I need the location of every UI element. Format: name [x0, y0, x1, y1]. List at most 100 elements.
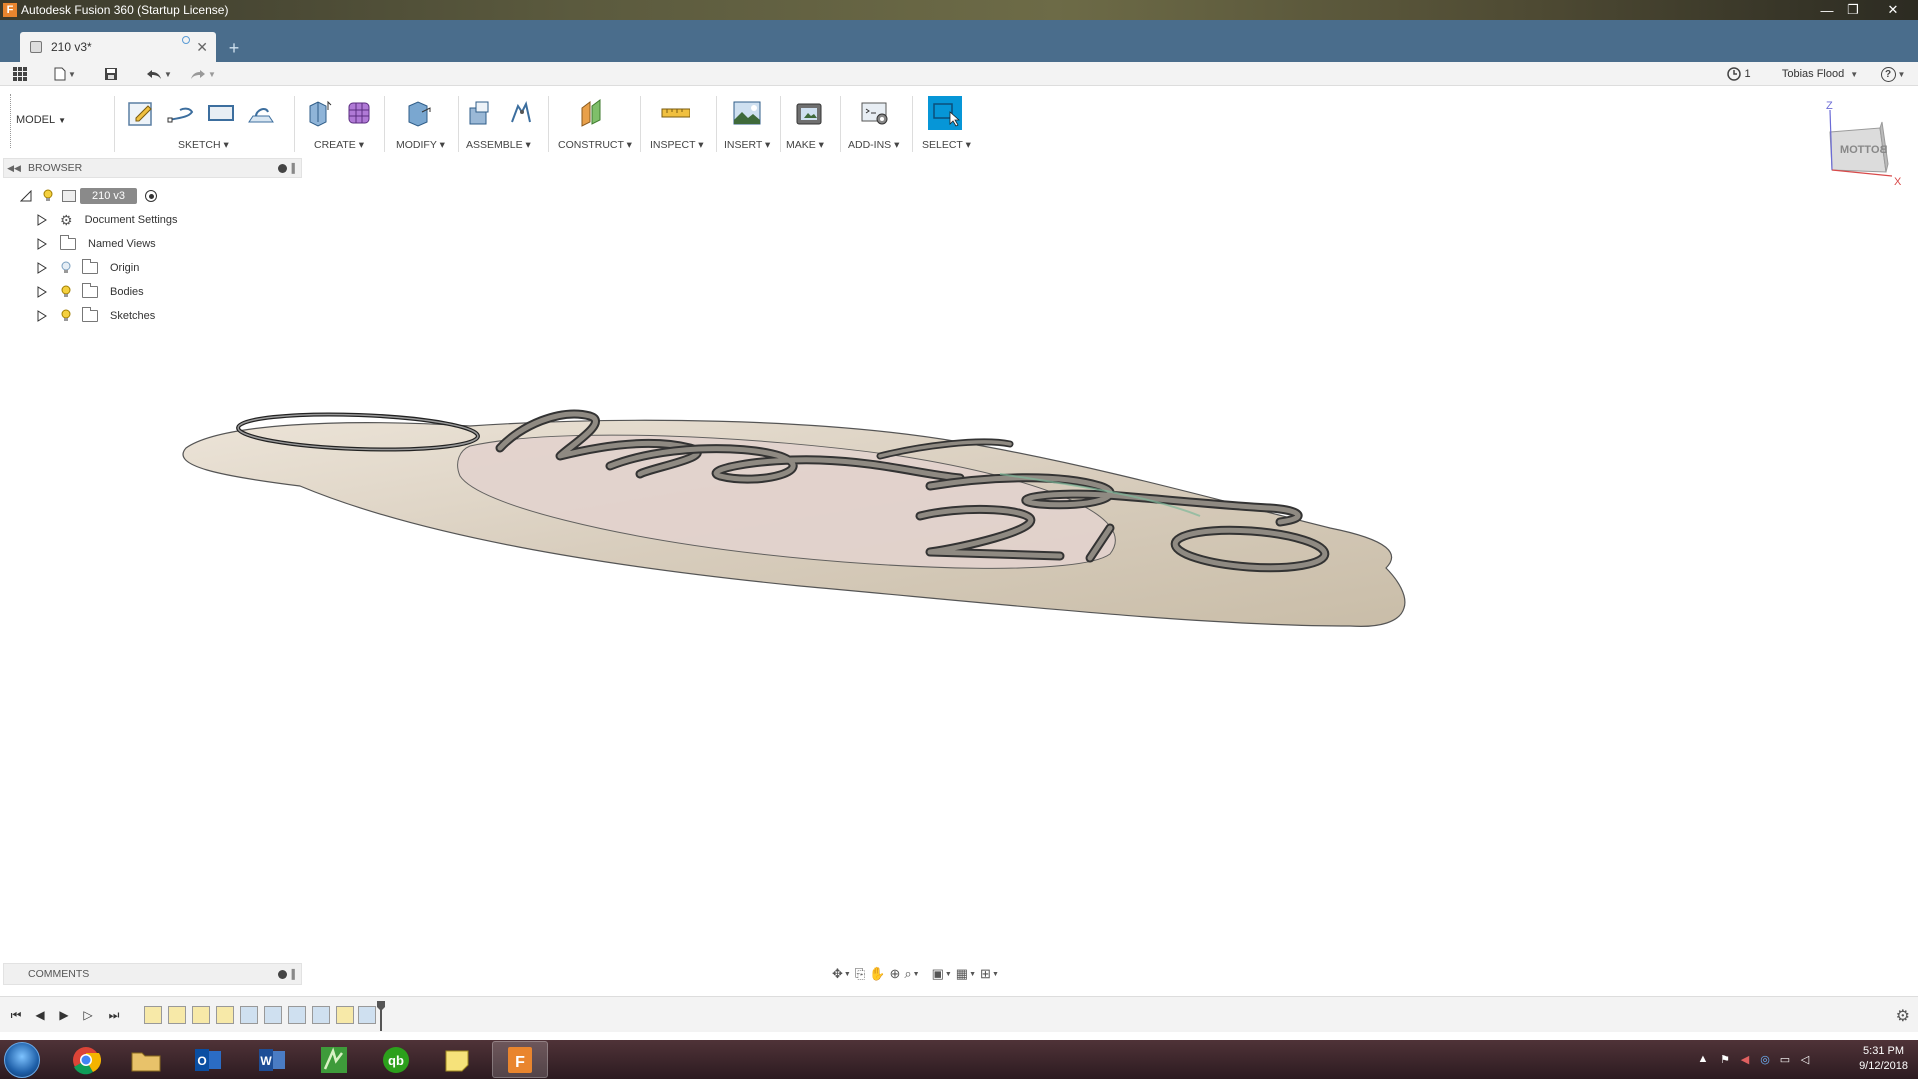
browser-root-node[interactable]: 210 v3 [20, 186, 158, 206]
timeline-sketch-feature[interactable] [336, 1006, 354, 1024]
lightbulb-off-icon[interactable] [60, 261, 72, 275]
timeline-extrude-feature[interactable] [312, 1006, 330, 1024]
fit-button[interactable]: ⌕ ▼ [904, 964, 919, 984]
browser-panel-header[interactable]: ◀◀ BROWSER ▌ [3, 158, 302, 178]
play-icon[interactable]: ▶ [54, 1006, 74, 1024]
insert-menu[interactable]: INSERT ▾ [724, 139, 770, 151]
view-cube[interactable]: BOTTOM Z X [1820, 100, 1918, 192]
quickbooks-icon[interactable]: qb [368, 1041, 424, 1078]
browser-item-named-views[interactable]: Named Views [36, 234, 156, 254]
explorer-icon[interactable] [118, 1041, 174, 1078]
line-tool-icon[interactable] [164, 96, 198, 130]
close-tab-icon[interactable]: ✕ [196, 39, 208, 56]
start-button[interactable] [4, 1042, 40, 1078]
addins-menu[interactable]: ADD-INS ▾ [848, 139, 899, 151]
extrude-icon[interactable] [302, 96, 336, 130]
timeline-extrude-feature[interactable] [240, 1006, 258, 1024]
expand-triangle-icon[interactable] [36, 262, 48, 274]
show-hidden-icons-icon[interactable]: ▲ [1696, 1052, 1710, 1066]
assemble-menu[interactable]: ASSEMBLE ▾ [466, 139, 531, 151]
undo-button[interactable]: ▼ [142, 65, 176, 83]
select-menu[interactable]: SELECT ▾ [922, 139, 971, 151]
browser-item-origin[interactable]: Origin [36, 258, 139, 278]
timeline-extrude-feature[interactable] [288, 1006, 306, 1024]
create-sketch-icon[interactable] [124, 96, 158, 130]
stop-sketch-icon[interactable] [244, 96, 278, 130]
display-settings-button[interactable]: ▣ ▼ [932, 964, 952, 984]
file-menu-button[interactable]: ▼ [50, 65, 80, 83]
timeline-extrude-feature[interactable] [264, 1006, 282, 1024]
outlook-icon[interactable]: O [180, 1041, 236, 1078]
volume-icon[interactable]: ◁ [1798, 1052, 1812, 1066]
expand-triangle-icon[interactable] [36, 214, 48, 226]
restore-button[interactable]: ❐ [1840, 0, 1866, 20]
comments-panel-header[interactable]: COMMENTS ▌ [3, 963, 302, 985]
timeline-sketch-feature[interactable] [216, 1006, 234, 1024]
modify-menu[interactable]: MODIFY ▾ [396, 139, 445, 151]
grid-settings-button[interactable]: ▦ ▼ [956, 964, 976, 984]
collapse-triangle-icon[interactable] [20, 190, 32, 202]
workspace-switcher[interactable]: MODEL ▼ [16, 114, 66, 126]
expand-triangle-icon[interactable] [36, 286, 48, 298]
sketch-menu[interactable]: SKETCH ▾ [178, 139, 229, 151]
data-panel-grid-icon[interactable] [10, 65, 30, 83]
scripts-addins-icon[interactable] [858, 96, 892, 130]
timeline-sketch-feature[interactable] [192, 1006, 210, 1024]
job-status-button[interactable]: 1 [1724, 65, 1754, 83]
joint-icon[interactable] [504, 96, 538, 130]
press-pull-icon[interactable] [402, 96, 436, 130]
inspect-menu[interactable]: INSPECT ▾ [650, 139, 704, 151]
new-component-icon[interactable] [464, 96, 498, 130]
go-to-start-icon[interactable]: ⏮ [6, 1006, 26, 1024]
panel-resize-grip[interactable]: ▌ [292, 163, 298, 173]
look-at-icon[interactable]: ⎘ [855, 964, 865, 984]
timeline-sketch-feature[interactable] [168, 1006, 186, 1024]
timeline-settings-gear-icon[interactable]: ⚙ [1896, 1006, 1910, 1026]
timeline-marker[interactable] [377, 1001, 385, 1031]
pin-icon[interactable] [278, 164, 287, 173]
select-tool-icon[interactable] [928, 96, 962, 130]
lightbulb-on-icon[interactable] [60, 285, 72, 299]
notes-icon[interactable] [430, 1041, 486, 1078]
redo-button[interactable]: ▼ [186, 65, 220, 83]
panel-resize-grip[interactable]: ▌ [292, 969, 298, 979]
lightbulb-on-icon[interactable] [60, 309, 72, 323]
timeline-extrude-feature[interactable] [358, 1006, 376, 1024]
user-account-menu[interactable]: Tobias Flood ▼ [1780, 65, 1860, 83]
construct-menu[interactable]: CONSTRUCT ▾ [558, 139, 632, 151]
make-menu[interactable]: MAKE ▾ [786, 139, 824, 151]
document-tab[interactable]: 210 v3* ✕ [20, 32, 216, 62]
browser-item-document-settings[interactable]: ⚙ Document Settings [36, 210, 178, 230]
offset-plane-icon[interactable] [574, 96, 608, 130]
minimize-button[interactable]: — [1814, 0, 1840, 20]
activate-radio-icon[interactable] [145, 190, 158, 202]
insert-image-icon[interactable] [730, 96, 764, 130]
new-tab-button[interactable]: + [222, 36, 246, 60]
create-menu[interactable]: CREATE ▾ [314, 139, 364, 151]
expand-triangle-icon[interactable] [36, 238, 48, 250]
go-to-end-icon[interactable]: ⏭ [104, 1006, 124, 1024]
lightbulb-on-icon[interactable] [42, 189, 54, 203]
pan-hand-icon[interactable]: ✋ [869, 964, 885, 984]
save-icon[interactable] [100, 65, 122, 83]
sketchbook-icon[interactable] [306, 1041, 362, 1078]
chrome-icon[interactable] [58, 1041, 114, 1078]
step-forward-icon[interactable]: ▷ [78, 1006, 98, 1024]
system-clock[interactable]: 5:31 PM 9/12/2018 [1859, 1044, 1908, 1074]
action-center-flag-icon[interactable]: ⚑ [1718, 1052, 1732, 1066]
orbit-button[interactable]: ✥ ▼ [832, 964, 851, 984]
add-comment-icon[interactable] [278, 970, 287, 979]
canvas-viewport[interactable] [0, 156, 1918, 962]
zoom-icon[interactable]: ⊕ [889, 964, 900, 984]
viewports-button[interactable]: ⊞ ▼ [980, 964, 999, 984]
step-back-icon[interactable]: ◀ [30, 1006, 50, 1024]
rectangle-tool-icon[interactable] [204, 96, 238, 130]
network-globe-icon[interactable]: ◎ [1758, 1052, 1772, 1066]
form-icon[interactable] [342, 96, 376, 130]
timeline-sketch-feature[interactable] [144, 1006, 162, 1024]
browser-item-sketches[interactable]: Sketches [36, 306, 155, 326]
help-menu-button[interactable]: ? ▼ [1878, 65, 1908, 83]
expand-triangle-icon[interactable] [36, 310, 48, 322]
fusion360-icon[interactable]: F [492, 1041, 548, 1078]
display-icon[interactable]: ▭ [1778, 1052, 1792, 1066]
